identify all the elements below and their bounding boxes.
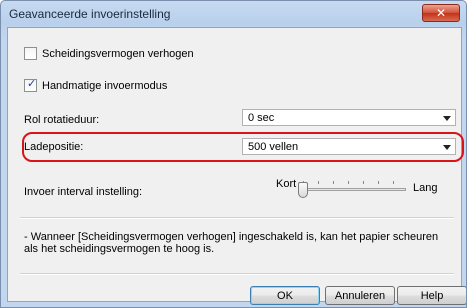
- close-icon: ✕: [435, 6, 447, 20]
- cancel-button-label: Annuleren: [334, 289, 386, 302]
- divider: [20, 217, 454, 219]
- dialog-body: Scheidingsvermogen verhogen ✓ Handmatige…: [7, 27, 466, 305]
- checkbox-box[interactable]: ✓: [24, 79, 37, 92]
- interval-label: Invoer interval instelling:: [24, 186, 143, 198]
- slider-tick: [378, 181, 379, 184]
- slider-tick: [393, 181, 394, 184]
- help-button-label: Help: [420, 289, 444, 302]
- checkbox-label: Handmatige invoermodus: [42, 79, 168, 92]
- slider-tick: [348, 181, 349, 184]
- slider-tick: [363, 181, 364, 184]
- warning-note: - Wanneer [Scheidingsvermogen verhogen] …: [24, 231, 439, 255]
- checkbox-manual-feed[interactable]: ✓ Handmatige invoermodus: [24, 79, 167, 92]
- checkbox-separation-boost[interactable]: Scheidingsvermogen verhogen: [24, 47, 194, 60]
- dialog-window: Geavanceerde invoerinstelling ✕ Scheidin…: [0, 0, 467, 308]
- ok-button-label: OK: [277, 289, 293, 302]
- close-button[interactable]: ✕: [422, 4, 460, 22]
- window-title: Geavanceerde invoerinstelling: [9, 7, 171, 21]
- slider-thumb[interactable]: [298, 182, 308, 198]
- checkbox-box[interactable]: [24, 47, 37, 60]
- checkbox-label: Scheidingsvermogen verhogen: [42, 47, 194, 60]
- slider-tick: [333, 181, 334, 184]
- slider-tick: [318, 181, 319, 184]
- chevron-down-icon[interactable]: [443, 116, 451, 121]
- slider-max-label: Lang: [413, 182, 438, 194]
- help-button[interactable]: Help: [397, 286, 466, 305]
- slider-track[interactable]: [300, 188, 406, 191]
- checkmark-icon: ✓: [27, 78, 37, 90]
- cancel-button[interactable]: Annuleren: [325, 286, 395, 305]
- slider-min-label: Kort: [276, 178, 297, 190]
- rotation-label: Rol rotatieduur:: [24, 114, 100, 126]
- divider: [20, 273, 454, 275]
- ok-button[interactable]: OK: [250, 286, 320, 305]
- rotation-value: 0 sec: [248, 112, 275, 124]
- highlight-annotation: [22, 132, 464, 162]
- title-bar[interactable]: Geavanceerde invoerinstelling ✕: [1, 1, 466, 27]
- rotation-select[interactable]: 0 sec: [242, 109, 456, 126]
